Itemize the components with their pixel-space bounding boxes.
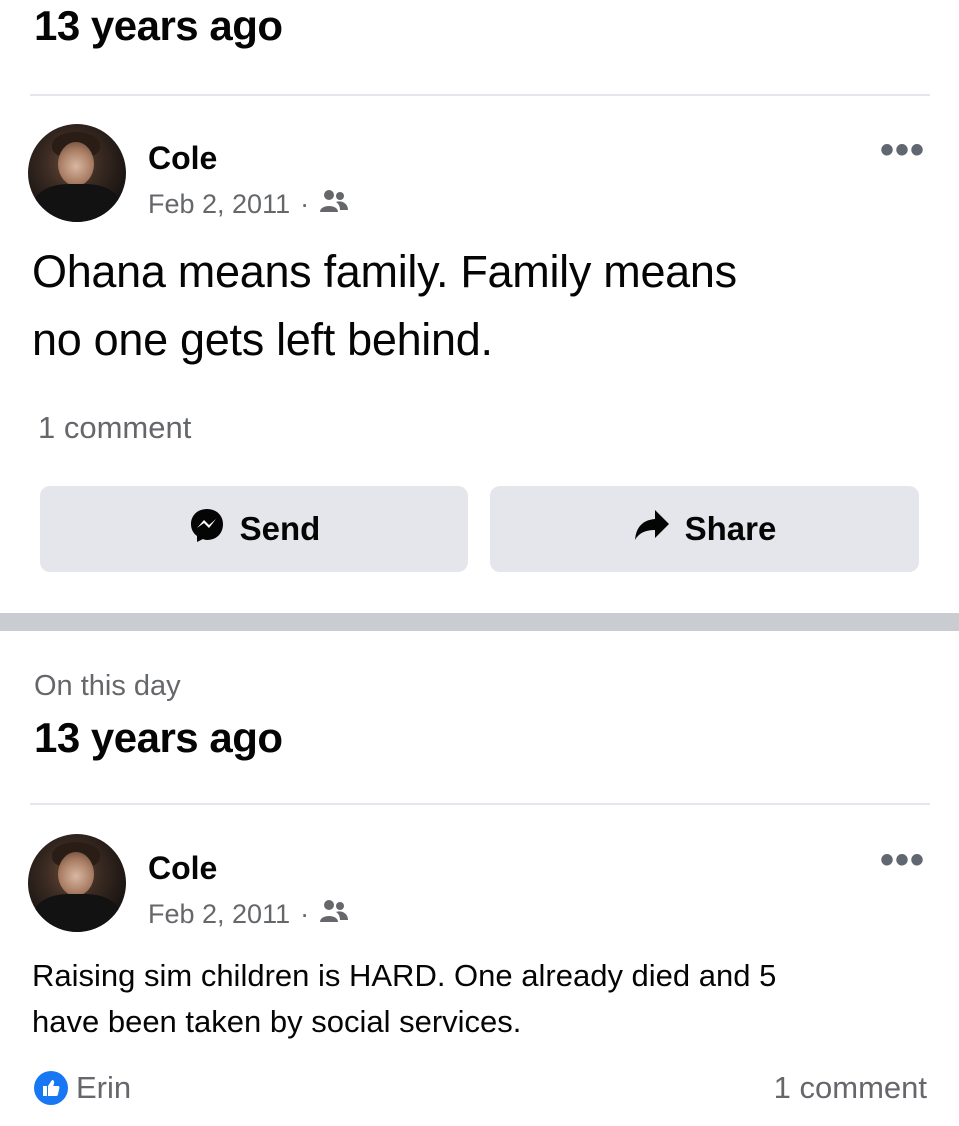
memory-heading: 13 years ago bbox=[34, 714, 283, 761]
share-arrow-icon bbox=[633, 508, 685, 550]
post-meta: Feb 2, 2011 · bbox=[148, 898, 349, 931]
send-label: Send bbox=[239, 510, 321, 547]
author-name[interactable]: Cole bbox=[148, 850, 217, 887]
post-text-line: Raising sim children is HARD. One alread… bbox=[32, 958, 777, 993]
post-date[interactable]: Feb 2, 2011 bbox=[148, 899, 290, 930]
friends-icon bbox=[319, 898, 349, 931]
comment-count[interactable]: 1 comment bbox=[38, 410, 191, 446]
reaction-name: Erin bbox=[76, 1070, 132, 1105]
meta-separator: · bbox=[300, 189, 310, 219]
comment-count[interactable]: 1 comment bbox=[774, 1070, 927, 1106]
post-date[interactable]: Feb 2, 2011 bbox=[148, 189, 290, 220]
like-icon bbox=[34, 1071, 68, 1105]
post-text: Ohana means family. Family means no one … bbox=[32, 238, 737, 374]
more-icon[interactable]: ••• bbox=[880, 128, 925, 173]
post-text-line: have been taken by social services. bbox=[32, 1004, 522, 1039]
reaction-summary[interactable]: Erin bbox=[34, 1070, 131, 1106]
meta-separator: · bbox=[300, 899, 310, 929]
post-meta: Feb 2, 2011 · bbox=[148, 188, 349, 221]
post-text-line: Ohana means family. Family means bbox=[32, 246, 737, 297]
post-text-line: no one gets left behind. bbox=[32, 314, 493, 365]
section-separator bbox=[0, 613, 959, 631]
author-name[interactable]: Cole bbox=[148, 140, 217, 177]
post-text: Raising sim children is HARD. One alread… bbox=[32, 953, 776, 1045]
share-button[interactable]: Share bbox=[490, 486, 919, 572]
messenger-icon bbox=[188, 506, 240, 552]
share-label: Share bbox=[684, 510, 777, 547]
friends-icon bbox=[319, 188, 349, 221]
avatar[interactable] bbox=[28, 124, 126, 222]
divider bbox=[30, 803, 930, 805]
memory-heading: 13 years ago bbox=[34, 2, 283, 49]
memory-label: On this day bbox=[34, 670, 181, 702]
divider bbox=[30, 94, 930, 96]
send-button[interactable]: Send bbox=[40, 486, 468, 572]
more-icon[interactable]: ••• bbox=[880, 838, 925, 883]
avatar[interactable] bbox=[28, 834, 126, 932]
